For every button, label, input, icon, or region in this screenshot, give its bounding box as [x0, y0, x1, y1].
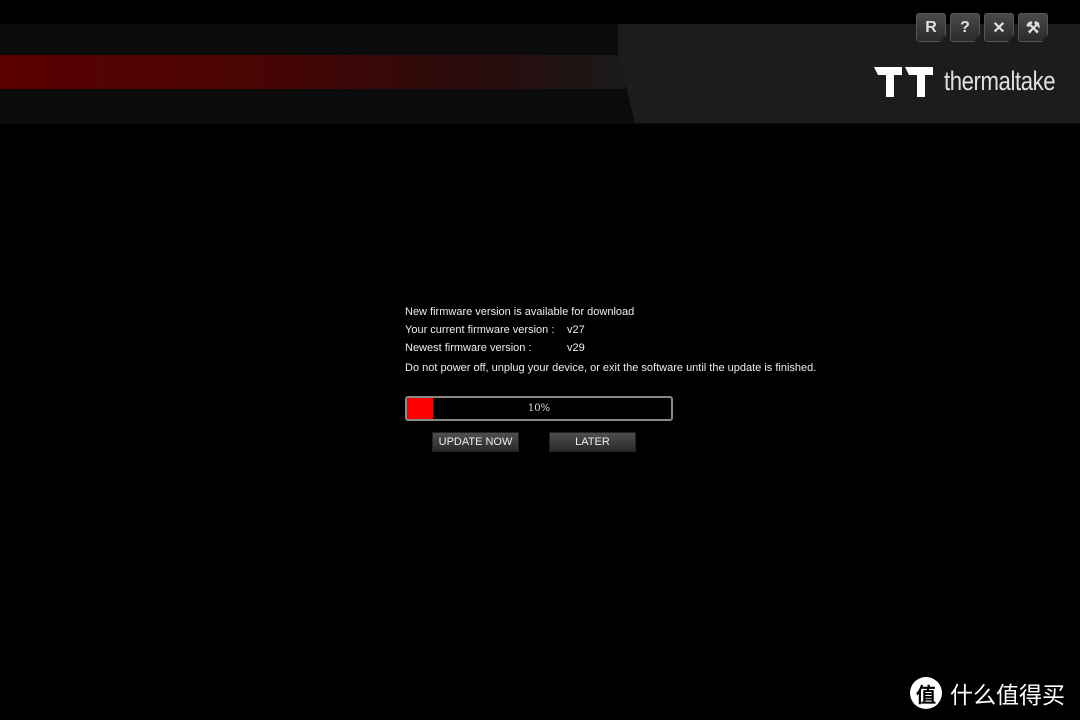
window-controls: R ? ✕ ⚒ — [916, 13, 1048, 42]
firmware-headline: New firmware version is available for do… — [405, 306, 635, 318]
close-button[interactable]: ✕ — [984, 13, 1014, 42]
current-version-label: Your current firmware version : — [405, 324, 555, 336]
tt-logo-icon — [874, 66, 933, 97]
later-button[interactable]: LATER — [549, 432, 636, 452]
progress-text: 10% — [527, 403, 551, 414]
brand-name: thermaltake — [944, 66, 1056, 96]
thermaltake-logo: thermaltake — [874, 66, 1080, 97]
update-now-button[interactable]: UPDATE NOW — [432, 432, 519, 452]
watermark-text: 什么值得买 — [950, 682, 1065, 708]
newest-version-value: v29 — [567, 342, 585, 354]
watermark: 值 什么值得买 — [910, 676, 1065, 710]
update-progress-bar: 10% — [405, 396, 673, 421]
current-version-value: v27 — [567, 324, 585, 336]
header-red-stripe — [0, 55, 625, 89]
newest-version-label: Newest firmware version : — [405, 342, 532, 354]
reset-button[interactable]: R — [916, 13, 946, 42]
update-warning: Do not power off, unplug your device, or… — [405, 362, 817, 374]
watermark-logo-icon: 值 — [910, 677, 942, 709]
help-button[interactable]: ? — [950, 13, 980, 42]
settings-button[interactable]: ⚒ — [1018, 13, 1048, 42]
